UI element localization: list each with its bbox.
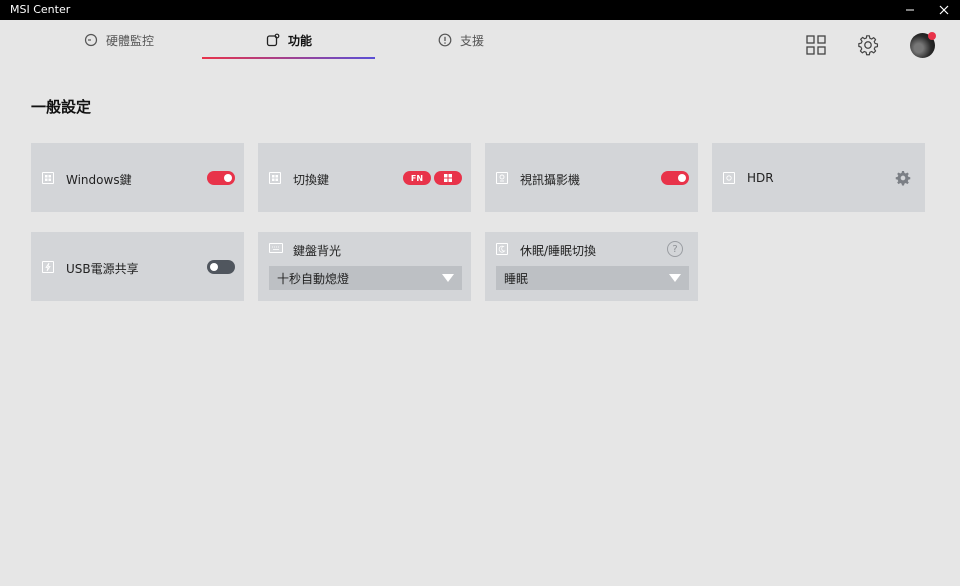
usb-power-share-toggle[interactable] — [207, 260, 235, 274]
top-nav: 硬體監控 功能 支援 — [0, 20, 960, 70]
windows-key-icon — [42, 172, 54, 184]
settings-button[interactable] — [856, 33, 880, 57]
card-switch-key: 切換鍵 FN — [258, 143, 471, 212]
gauge-icon — [84, 33, 98, 47]
help-icon[interactable]: ? — [667, 241, 683, 257]
notification-dot — [928, 32, 936, 40]
fn-key-option[interactable]: FN — [403, 171, 431, 185]
moon-icon — [496, 243, 508, 255]
title-bar: MSI Center — [0, 0, 960, 20]
dropdown-arrow-icon — [669, 274, 681, 282]
feature-icon — [266, 33, 280, 47]
select-value: 十秒自動熄燈 — [277, 271, 350, 286]
minimize-button[interactable] — [894, 0, 926, 20]
windows-icon — [444, 174, 452, 182]
alert-icon — [438, 33, 452, 47]
close-icon — [939, 5, 949, 15]
tab-features[interactable]: 功能 — [266, 20, 312, 60]
sleep-mode-select[interactable]: 睡眠 — [496, 266, 689, 290]
card-usb-power-share: USB電源共享 — [31, 232, 244, 301]
webcam-icon — [496, 172, 508, 184]
minimize-icon — [906, 9, 914, 11]
webcam-toggle[interactable] — [661, 171, 689, 185]
card-label: 視訊攝影機 — [520, 173, 581, 187]
user-avatar[interactable] — [910, 32, 936, 58]
active-tab-indicator — [202, 57, 375, 59]
tab-hardware-monitor[interactable]: 硬體監控 — [84, 20, 154, 60]
grid-view-button[interactable] — [804, 33, 828, 57]
close-button[interactable] — [928, 0, 960, 20]
hdr-settings-button[interactable] — [895, 170, 911, 186]
lightning-icon — [42, 261, 54, 273]
card-hdr: HDR — [712, 143, 925, 212]
hdr-icon — [723, 172, 735, 184]
card-sleep-switch: 休眠/睡眠切換 ? 睡眠 — [485, 232, 698, 301]
gear-icon — [895, 171, 911, 186]
tab-label: 支援 — [460, 33, 485, 48]
keyboard-icon — [269, 243, 283, 253]
card-label: 鍵盤背光 — [293, 244, 342, 258]
gear-icon — [858, 35, 879, 56]
windows-key-toggle[interactable] — [207, 171, 235, 185]
keyboard-backlight-select[interactable]: 十秒自動熄燈 — [269, 266, 462, 290]
card-label: 切換鍵 — [293, 173, 330, 187]
app-title: MSI Center — [10, 3, 71, 16]
tab-label: 功能 — [288, 33, 313, 48]
select-value: 睡眠 — [504, 271, 529, 286]
tab-support[interactable]: 支援 — [438, 20, 484, 60]
card-label: HDR — [747, 171, 774, 185]
card-label: USB電源共享 — [66, 262, 139, 276]
card-webcam: 視訊攝影機 — [485, 143, 698, 212]
windows-key-option[interactable] — [434, 171, 462, 185]
tab-label: 硬體監控 — [106, 33, 155, 48]
card-keyboard-backlight: 鍵盤背光 十秒自動熄燈 — [258, 232, 471, 301]
card-label: 休眠/睡眠切換 — [520, 244, 597, 258]
grid-icon — [806, 35, 826, 55]
section-title: 一般設定 — [31, 98, 92, 116]
card-windows-key: Windows鍵 — [31, 143, 244, 212]
switch-key-icon — [269, 172, 281, 184]
dropdown-arrow-icon — [442, 274, 454, 282]
card-label: Windows鍵 — [66, 173, 132, 187]
